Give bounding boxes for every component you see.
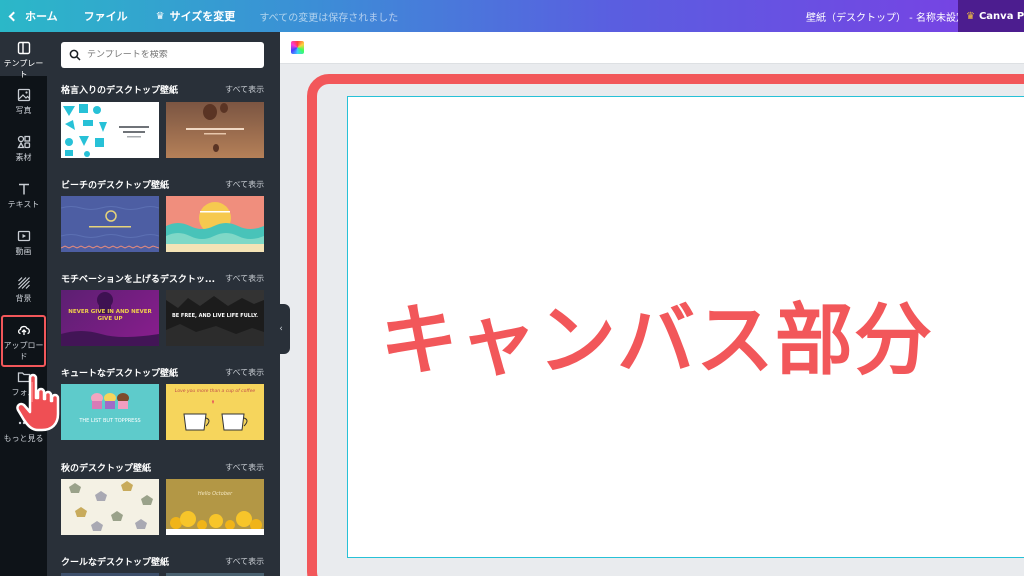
thumbnail-caption: Love you more than a cup of coffee — [174, 389, 256, 394]
upload-icon — [17, 325, 30, 335]
templates-panel: 格言入りのデスクトップ壁紙 すべて表示 ビーチのデスクトップ壁紙 すべて表示 — [47, 32, 280, 576]
rail-label: 動画 — [15, 247, 32, 256]
canva-pro-button[interactable]: ♛ Canva Pro — [958, 0, 1024, 32]
section-title: モチベーションを上げるデスクトッ... — [61, 275, 216, 285]
template-thumbnail[interactable] — [166, 196, 264, 252]
geometric-pattern-image — [61, 102, 149, 158]
search-icon — [69, 49, 81, 61]
rail-label: テキスト — [7, 200, 40, 209]
rail-item-background[interactable]: 背景 — [0, 276, 47, 304]
rail-label: アップロード — [3, 341, 44, 361]
file-label: ファイル — [83, 10, 128, 23]
document-title-text: 壁紙（デスクトップ） - 名称未設定 — [806, 12, 966, 24]
color-picker-icon[interactable] — [291, 41, 304, 54]
rail-item-photos[interactable]: 写真 — [0, 88, 47, 116]
autumn-pattern-image — [69, 481, 153, 531]
background-icon — [17, 277, 30, 289]
cute-treats-image — [91, 393, 129, 409]
see-all-link[interactable]: すべて表示 — [225, 179, 264, 190]
thumbnail-caption: BE FREE, AND LIVE LIFE FULLY. — [171, 313, 259, 319]
rail-item-text[interactable]: テキスト — [0, 182, 47, 210]
see-all-link[interactable]: すべて表示 — [225, 84, 264, 95]
top-bar: ホーム ファイル ♛ サイズを変更 すべての変更は保存されました 壁紙（デスクト… — [0, 0, 1024, 32]
template-thumbnail[interactable] — [61, 102, 159, 158]
left-rail: テンプレート 写真 素材 テキスト 動画 背景 アップロード フォル もっと見る — [0, 32, 47, 576]
hot-air-balloon-image — [186, 103, 244, 152]
video-icon — [17, 230, 30, 242]
thumbnail-caption: THE LIST BUT TOPPRESS — [79, 418, 141, 424]
chevron-left-icon: ‹ — [279, 324, 283, 334]
template-thumbnail[interactable]: Hello October — [166, 479, 264, 535]
template-icon — [17, 41, 30, 55]
resize-label: サイズを変更 — [169, 10, 236, 23]
see-all-link[interactable]: すべて表示 — [225, 367, 264, 378]
rail-item-templates[interactable]: テンプレート — [0, 32, 47, 79]
canvas-annotation-label: キャンバス部分 — [380, 296, 934, 386]
section-title: キュートなデスクトップ壁紙 — [61, 369, 179, 379]
crown-icon: ♛ — [966, 10, 975, 22]
resize-button[interactable]: ♛ サイズを変更 — [146, 0, 246, 32]
text-icon — [18, 183, 29, 195]
collapse-panel-button[interactable]: ‹ — [272, 304, 290, 354]
rail-label: テンプレート — [3, 59, 44, 79]
section-title: 秋のデスクトップ壁紙 — [61, 464, 152, 474]
see-all-link[interactable]: すべて表示 — [225, 556, 264, 567]
home-button[interactable]: ホーム — [0, 0, 68, 32]
chevron-left-icon — [8, 11, 19, 21]
section-title: クールなデスクトップ壁紙 — [61, 558, 170, 568]
photo-icon — [17, 88, 30, 102]
template-thumbnail[interactable] — [166, 102, 264, 158]
rail-label: もっと見る — [3, 434, 44, 443]
section-title: ビーチのデスクトップ壁紙 — [61, 181, 170, 191]
rail-item-upload[interactable]: アップロード — [1, 315, 46, 367]
document-title[interactable]: 壁紙（デスクトップ） - 名称未設定 — [796, 0, 976, 32]
template-thumbnail[interactable] — [61, 479, 159, 535]
rail-item-video[interactable]: 動画 — [0, 229, 47, 257]
editor-toolbar — [280, 32, 1024, 64]
template-thumbnail[interactable]: Love you more than a cup of coffee — [166, 384, 264, 440]
template-search[interactable] — [61, 42, 264, 68]
template-search-input[interactable] — [87, 50, 257, 60]
template-thumbnail[interactable] — [61, 196, 159, 252]
rail-label: 素材 — [15, 153, 32, 162]
canva-pro-label: Canva Pro — [978, 10, 1024, 22]
template-thumbnail[interactable]: NEVER GIVE IN AND NEVER GIVE UP — [61, 290, 159, 346]
see-all-link[interactable]: すべて表示 — [225, 462, 264, 473]
pointing-hand-icon — [16, 373, 60, 432]
save-status-text: すべての変更は保存されました — [259, 12, 399, 24]
rail-item-elements[interactable]: 素材 — [0, 135, 47, 163]
crown-icon: ♛ — [155, 10, 165, 22]
elements-icon — [16, 135, 30, 149]
thumbnail-caption: Hello October — [197, 491, 233, 497]
ocean-image — [61, 196, 159, 252]
rail-label: 写真 — [15, 106, 32, 115]
see-all-link[interactable]: すべて表示 — [225, 273, 264, 284]
template-thumbnail[interactable]: BE FREE, AND LIVE LIFE FULLY. — [166, 290, 264, 346]
template-thumbnail[interactable]: THE LIST BUT TOPPRESS — [61, 384, 159, 440]
home-label: ホーム — [25, 10, 58, 23]
thumbnail-caption: NEVER GIVE IN AND NEVER GIVE UP — [68, 309, 152, 322]
beach-sunset-image — [166, 196, 264, 252]
file-menu-button[interactable]: ファイル — [74, 0, 138, 32]
section-title: 格言入りのデスクトップ壁紙 — [61, 86, 179, 96]
autumn-trees-image — [166, 479, 264, 535]
rail-label: 背景 — [15, 294, 32, 303]
save-status: すべての変更は保存されました — [249, 0, 408, 32]
